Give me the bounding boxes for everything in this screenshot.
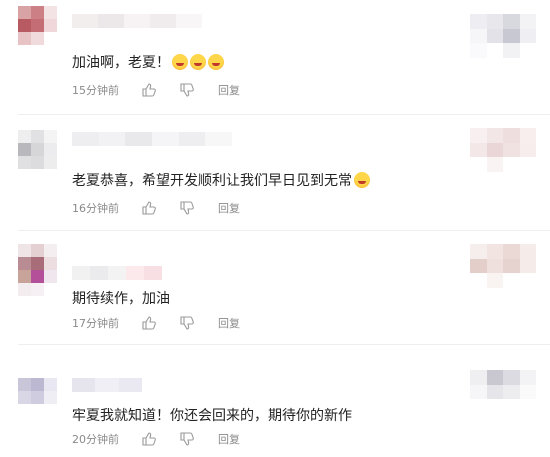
reply-button[interactable]: 回复 <box>218 200 240 216</box>
laugh-cry-emoji-icon <box>190 54 206 70</box>
thumbs-down-icon[interactable] <box>180 83 194 97</box>
side-thumbnail <box>470 128 536 172</box>
side-thumbnail <box>470 370 536 414</box>
comment-body: 老夏恭喜，希望开发顺利让我们早日见到无常 <box>72 173 352 189</box>
crying-emoji-icon <box>354 172 370 188</box>
username[interactable] <box>72 14 202 28</box>
comment-meta: 16分钟前 回复 <box>72 200 240 216</box>
thumbs-up-icon[interactable] <box>142 201 156 215</box>
timestamp: 20分钟前 <box>72 433 119 446</box>
comment-item: 老夏恭喜，希望开发顺利让我们早日见到无常 16分钟前 回复 <box>0 118 550 233</box>
avatar[interactable] <box>18 378 57 430</box>
laugh-cry-emoji-icon <box>208 54 224 70</box>
side-thumbnail <box>470 244 536 288</box>
comment-meta: 17分钟前 回复 <box>72 315 240 331</box>
comment-body: 期待续作，加油 <box>72 291 170 307</box>
avatar[interactable] <box>18 6 57 58</box>
divider <box>18 230 550 231</box>
username[interactable] <box>72 132 233 146</box>
comment-meta: 15分钟前 回复 <box>72 82 240 98</box>
comment-item: 加油啊，老夏！ 15分钟前 回复 <box>0 0 550 115</box>
side-thumbnail <box>470 14 536 58</box>
comment-item: 期待续作，加油 17分钟前 回复 <box>0 232 550 347</box>
comment-body: 牢夏我就知道！你还会回来的，期待你的新作 <box>72 408 352 424</box>
thumbs-up-icon[interactable] <box>142 432 156 446</box>
timestamp: 17分钟前 <box>72 317 119 330</box>
comment-text: 老夏恭喜，希望开发顺利让我们早日见到无常 <box>72 170 370 190</box>
thumbs-up-icon[interactable] <box>142 316 156 330</box>
timestamp: 15分钟前 <box>72 84 119 97</box>
laugh-cry-emoji-icon <box>172 54 188 70</box>
thumbs-up-icon[interactable] <box>142 83 156 97</box>
comment-body: 加油啊，老夏！ <box>72 55 170 71</box>
divider <box>18 114 550 115</box>
thumbs-down-icon[interactable] <box>180 316 194 330</box>
divider <box>18 344 550 345</box>
username[interactable] <box>72 378 142 392</box>
reply-button[interactable]: 回复 <box>218 82 240 98</box>
reply-button[interactable]: 回复 <box>218 431 240 447</box>
avatar[interactable] <box>18 244 57 296</box>
username[interactable] <box>72 266 162 280</box>
avatar[interactable] <box>18 130 57 182</box>
comment-text: 期待续作，加油 <box>72 288 170 308</box>
comment-meta: 20分钟前 回复 <box>72 431 240 447</box>
thumbs-down-icon[interactable] <box>180 432 194 446</box>
comment-item: 牢夏我就知道！你还会回来的，期待你的新作 20分钟前 回复 <box>0 348 550 457</box>
thumbs-down-icon[interactable] <box>180 201 194 215</box>
comment-text: 加油啊，老夏！ <box>72 52 224 72</box>
timestamp: 16分钟前 <box>72 202 119 215</box>
reply-button[interactable]: 回复 <box>218 315 240 331</box>
comment-text: 牢夏我就知道！你还会回来的，期待你的新作 <box>72 405 352 425</box>
